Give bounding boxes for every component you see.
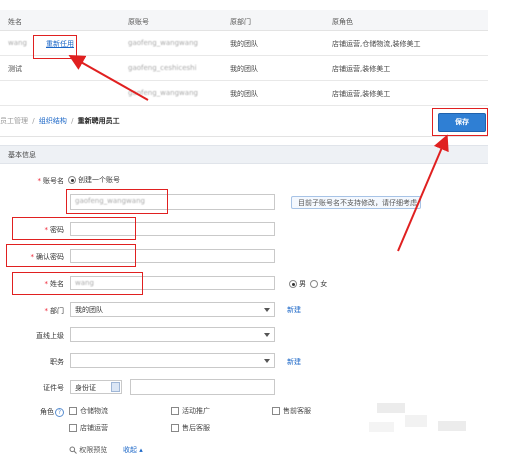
arrow-to-save <box>397 134 449 252</box>
arrow-to-rehire <box>68 55 149 101</box>
annotation-arrows <box>68 55 449 252</box>
